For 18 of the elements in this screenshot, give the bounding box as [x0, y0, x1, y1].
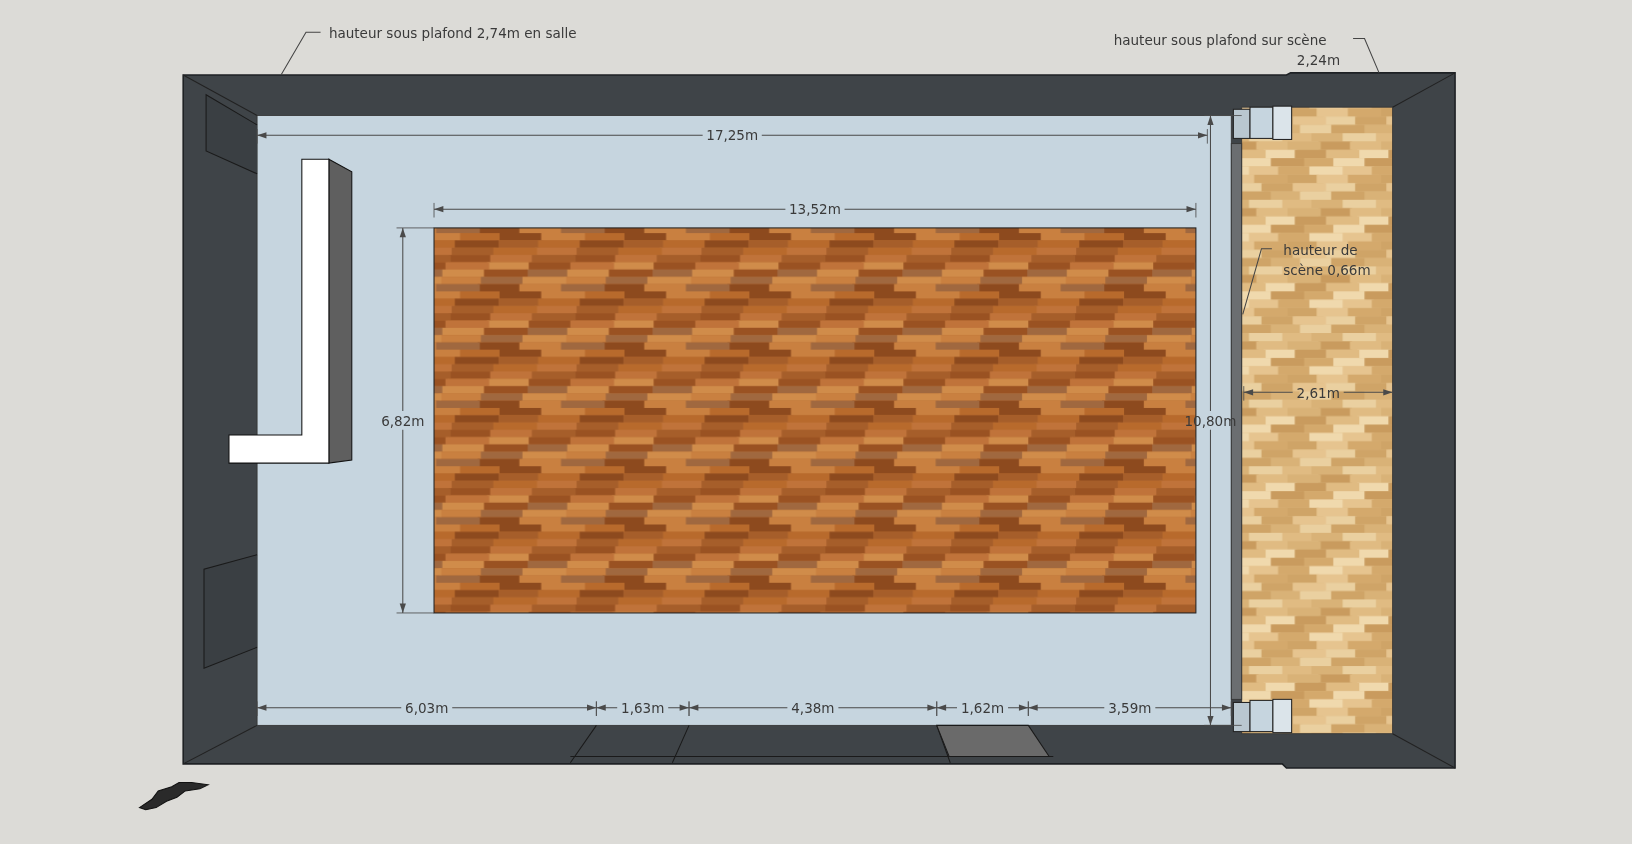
dimension-label: 4,38m: [791, 699, 835, 716]
dimension-label: 2,61m: [1296, 384, 1340, 401]
annotation-text: hauteur sous plafond 2,74m en salle: [328, 25, 577, 42]
scale-figure-drawing: [138, 782, 210, 811]
dimension-label: 13,52m: [789, 201, 841, 218]
dimension-label: 1,63m: [621, 699, 665, 716]
leader-line: [1242, 248, 1273, 315]
stage-steps: [1232, 698, 1293, 734]
leader-line: [1352, 38, 1380, 74]
stage-steps: [1232, 105, 1293, 140]
leader-line: [280, 31, 322, 76]
annotation-text: hauteur de scène 0,66m: [1283, 241, 1371, 278]
dimension-label: 6,03m: [405, 699, 449, 716]
annotation-text: hauteur sous plafond sur scène 2,24m: [1113, 31, 1341, 68]
dimension-label: 3,59m: [1108, 699, 1152, 716]
dimension-label: 17,25m: [706, 127, 759, 144]
dimension-label: 1,62m: [960, 699, 1005, 716]
dimension-label: 6,82m: [381, 412, 425, 429]
